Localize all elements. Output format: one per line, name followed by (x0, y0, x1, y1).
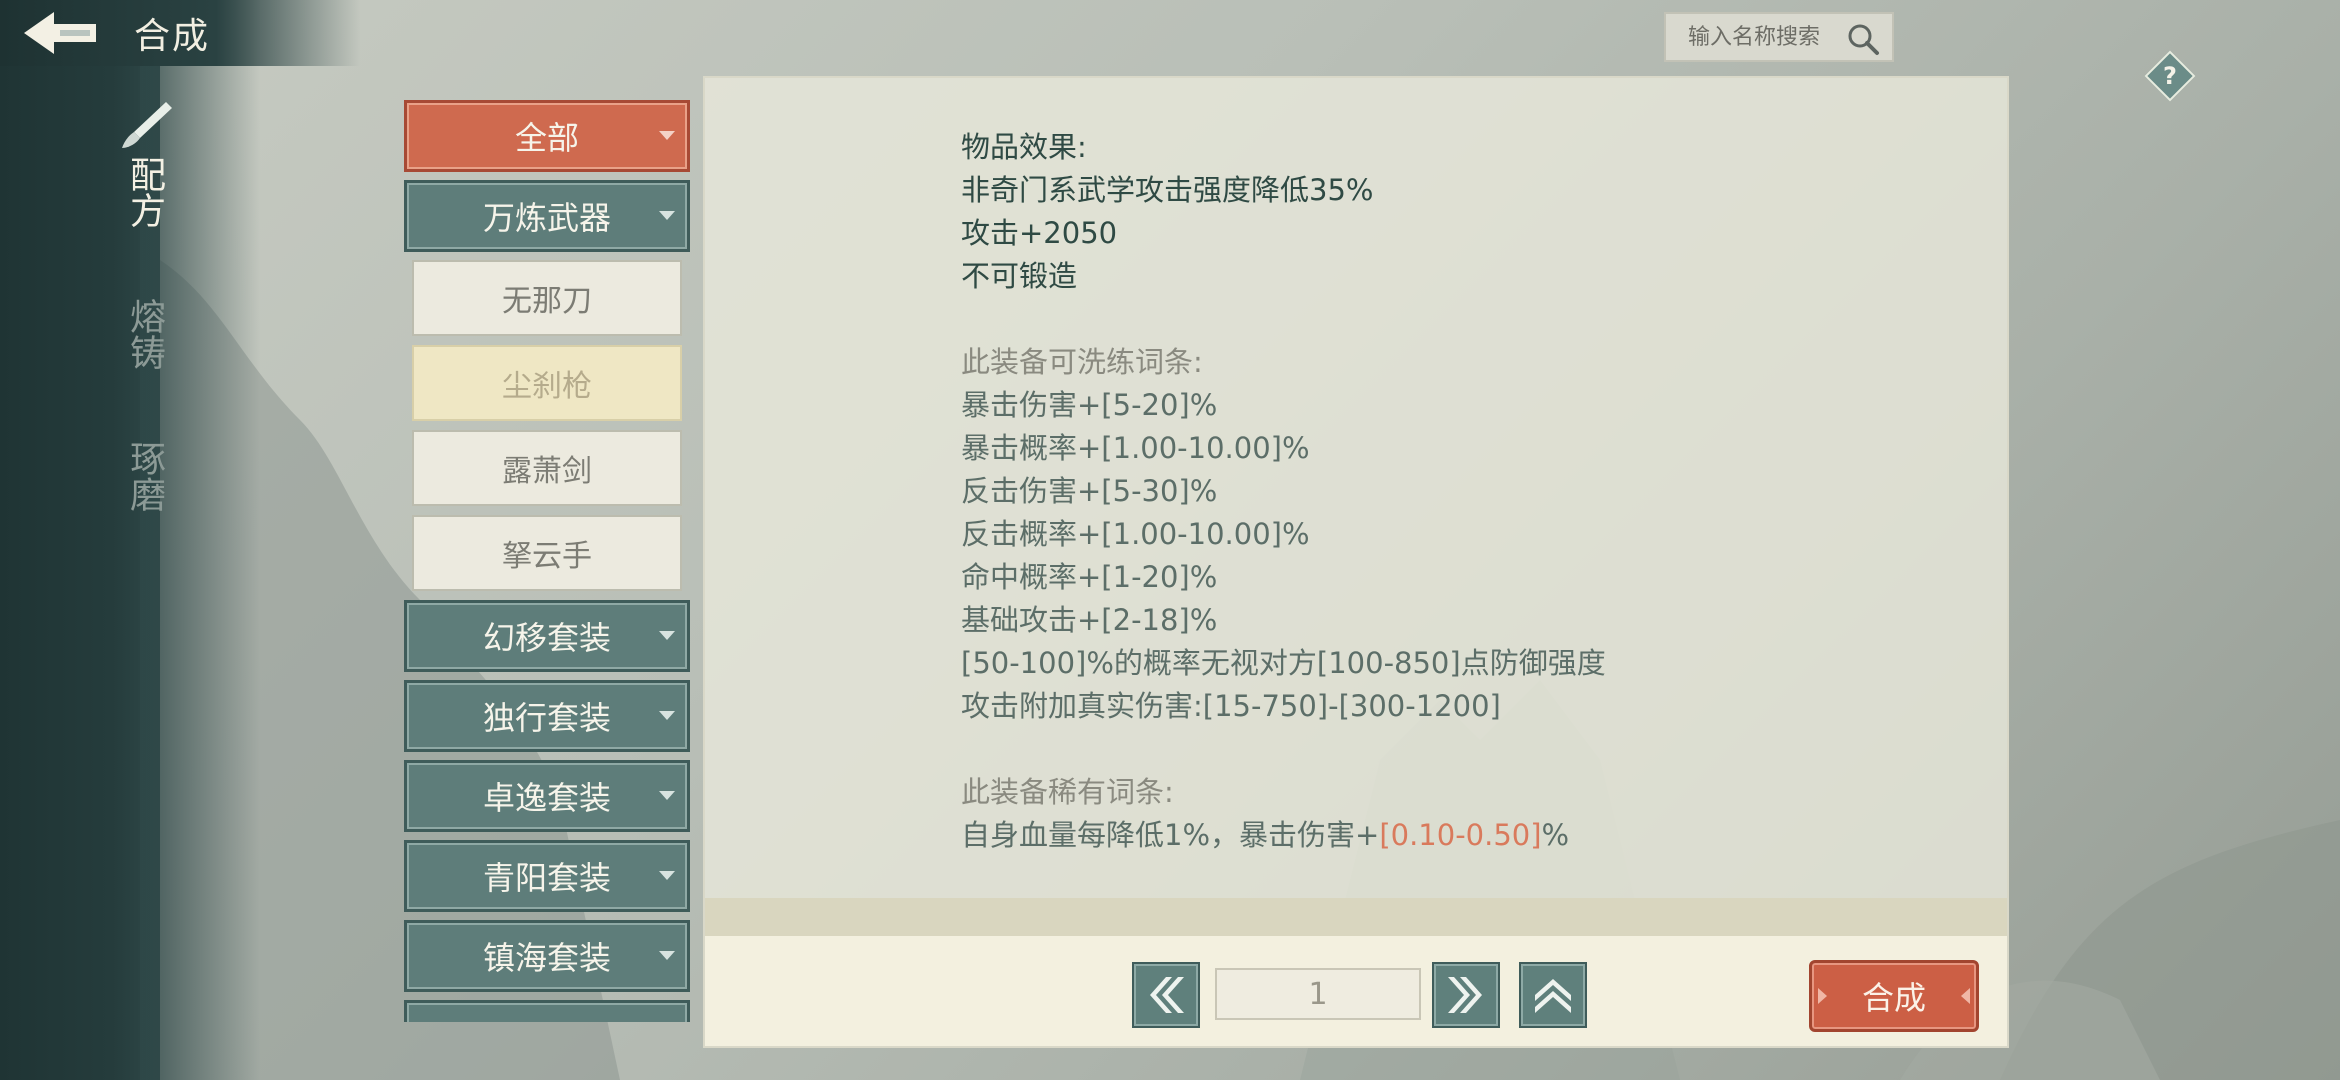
craft-button[interactable]: 合成 (1809, 960, 1979, 1032)
category-all-label: 全部 (514, 119, 579, 157)
chevron-down-icon (659, 951, 675, 960)
chevron-down-icon (659, 871, 675, 880)
search-icon[interactable] (1846, 22, 1880, 56)
chevron-down-icon (659, 631, 675, 640)
search-box[interactable] (1664, 12, 1894, 62)
chevron-down-icon (659, 131, 675, 140)
craft-button-label: 合成 (1861, 979, 1926, 1017)
category-weapons-button[interactable]: 万炼武器 (404, 180, 690, 252)
refine-line: 攻击附加真实伤害:[15-750]-[300-1200] (961, 689, 1501, 723)
detail-scroll-area[interactable]: 物品效果: 非奇门系武学攻击强度降低35% 攻击+2050 不可锻造 此装备可洗… (705, 78, 2007, 898)
category-set-label: 独行套装 (482, 699, 611, 737)
rare-suffix: % (1541, 818, 1570, 852)
category-set-button[interactable]: 卓逸套装 (404, 760, 690, 832)
category-all-button[interactable]: 全部 (404, 100, 690, 172)
recipe-item[interactable]: 无那刀 (412, 260, 682, 336)
next-page-button[interactable] (1432, 962, 1500, 1028)
category-set-label: 青阳套装 (482, 859, 611, 897)
ornament-left-icon (1818, 988, 1827, 1004)
item-description: 物品效果: 非奇门系武学攻击强度降低35% 攻击+2050 不可锻造 此装备可洗… (961, 126, 1606, 857)
back-button[interactable] (10, 2, 110, 64)
collapse-icon (1535, 979, 1571, 1013)
category-list: 全部 万炼武器 无那刀 尘刹枪 露萧剑 拏云手 幻移套装 独行套装 卓逸套装 青… (404, 100, 690, 1022)
tab-polish[interactable]: 琢磨 (118, 440, 170, 512)
item-detail-panel: 物品效果: 非奇门系武学攻击强度降低35% 攻击+2050 不可锻造 此装备可洗… (703, 76, 2009, 1048)
effect-line: 非奇门系武学攻击强度降低35% (961, 173, 1374, 207)
category-set-button[interactable]: 幻移套装 (404, 600, 690, 672)
rare-line: 自身血量每降低1%，暴击伤害+[0.10-0.50]% (961, 814, 1606, 857)
chevron-down-icon (659, 711, 675, 720)
top-bar: 合成 (0, 0, 360, 66)
chevron-down-icon (659, 791, 675, 800)
effect-title: 物品效果: (961, 130, 1087, 164)
chevron-down-icon (659, 211, 675, 220)
effect-line: 攻击+2050 (961, 216, 1118, 250)
refine-line: 基础攻击+[2-18]% (961, 603, 1218, 637)
tab-recipe[interactable]: 配方 (118, 156, 170, 228)
category-set-button[interactable]: 青阳套装 (404, 840, 690, 912)
refine-line: 反击伤害+[5-30]% (961, 474, 1218, 508)
rare-title: 此装备稀有词条: (961, 775, 1174, 809)
effect-line: 不可锻造 (961, 259, 1078, 293)
prev-page-icon (1150, 977, 1184, 1013)
refine-line: [50-100]%的概率无视对方[100-850]点防御强度 (961, 646, 1606, 680)
next-page-icon (1448, 977, 1482, 1013)
collapse-button[interactable] (1519, 962, 1587, 1028)
page-title: 合成 (134, 16, 211, 57)
brush-icon (122, 102, 172, 148)
page-number-field[interactable]: 1 (1215, 968, 1421, 1020)
refine-line: 暴击伤害+[5-20]% (961, 388, 1218, 422)
ornament-right-icon (1961, 988, 1970, 1004)
rare-prefix: 自身血量每降低1%，暴击伤害+ (961, 818, 1380, 852)
refine-title: 此装备可洗练词条: (961, 345, 1203, 379)
recipe-item-selected[interactable]: 尘刹枪 (412, 345, 682, 421)
refine-line: 命中概率+[1-20]% (961, 560, 1218, 594)
category-set-label: 镇海套装 (482, 939, 611, 977)
recipe-item[interactable]: 露萧剑 (412, 430, 682, 506)
back-arrow-icon (24, 12, 96, 54)
category-set-label: 卓逸套装 (482, 779, 611, 817)
prev-page-button[interactable] (1132, 962, 1200, 1028)
refine-line: 暴击概率+[1.00-10.00]% (961, 431, 1310, 465)
tab-casting[interactable]: 熔铸 (118, 298, 170, 370)
rare-value: [0.10-0.50] (1379, 818, 1542, 852)
category-set-button[interactable]: 独行套装 (404, 680, 690, 752)
category-set-label: 幻移套装 (482, 619, 611, 657)
panel-divider-band (705, 898, 2007, 936)
category-set-button-partial[interactable] (404, 1000, 690, 1022)
recipe-item[interactable]: 拏云手 (412, 515, 682, 591)
category-weapons-label: 万炼武器 (482, 199, 611, 237)
refine-line: 反击概率+[1.00-10.00]% (961, 517, 1310, 551)
category-set-button[interactable]: 镇海套装 (404, 920, 690, 992)
search-input[interactable] (1688, 24, 1848, 50)
side-tabs: 配方 熔铸 琢磨 (100, 100, 180, 582)
